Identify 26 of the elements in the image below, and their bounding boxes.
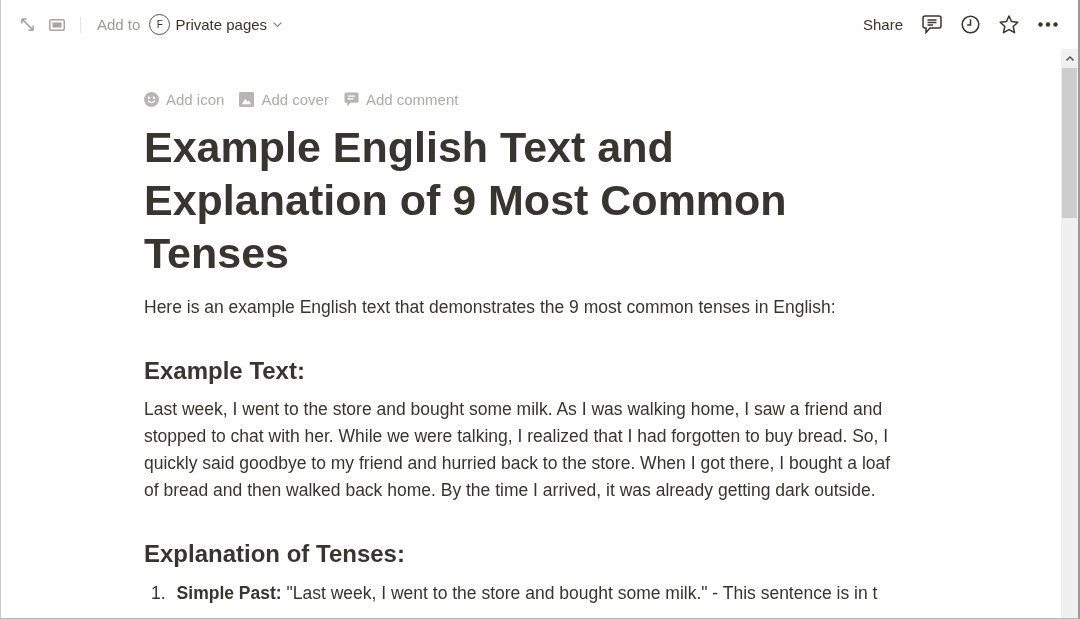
resize-arrows-icon[interactable] <box>20 17 35 32</box>
chevron-down-icon <box>273 22 283 27</box>
page-title: Example English Text and Explanation of 9 Most Common Tenses <box>144 122 788 279</box>
add-comment-button[interactable]: Add comment <box>343 90 459 108</box>
add-cover-button[interactable]: Add cover <box>239 90 329 108</box>
add-icon-button[interactable]: Add icon <box>144 90 225 108</box>
comment-icon <box>343 91 359 107</box>
star-icon[interactable] <box>999 15 1019 34</box>
share-button[interactable]: Share <box>862 16 903 33</box>
smiley-icon <box>144 91 159 107</box>
panel-icon[interactable] <box>49 18 65 31</box>
section-heading: Example Text: <box>144 356 306 386</box>
comment-icon[interactable] <box>922 15 942 34</box>
paragraph: Here is an example English text that demonstrates the 9 most common tenses in English: <box>144 296 837 319</box>
clock-icon[interactable] <box>961 15 980 34</box>
paragraph: Last week, I went to the store and bought some milk. As I was walking home, I saw a friend and stopped to chat with her. While we were talking, I realized that I had forgotten to buy bread. So, I quickly said goodbye to my friend and hurried back to the store. When I got there, I bought a loaf of bread and then walked back home. By the time I arrived, it was already getting dark outside. <box>144 398 892 502</box>
more-icon[interactable] <box>1038 22 1058 27</box>
scrollbar[interactable] <box>1061 49 1078 618</box>
add-to-label: Add to <box>97 16 141 33</box>
section-heading: Explanation of Tenses: <box>144 539 406 569</box>
caret-up-icon <box>1065 56 1074 61</box>
list-item-text: Simple Past: "Last week, I went to the store and bought some milk." - This sentence is in t <box>176 582 878 605</box>
image-icon <box>239 91 255 107</box>
list-number: 1. <box>151 582 166 605</box>
scrollbar-thumb[interactable] <box>1062 68 1077 218</box>
workspace-button[interactable]: F Private pages <box>149 14 283 35</box>
